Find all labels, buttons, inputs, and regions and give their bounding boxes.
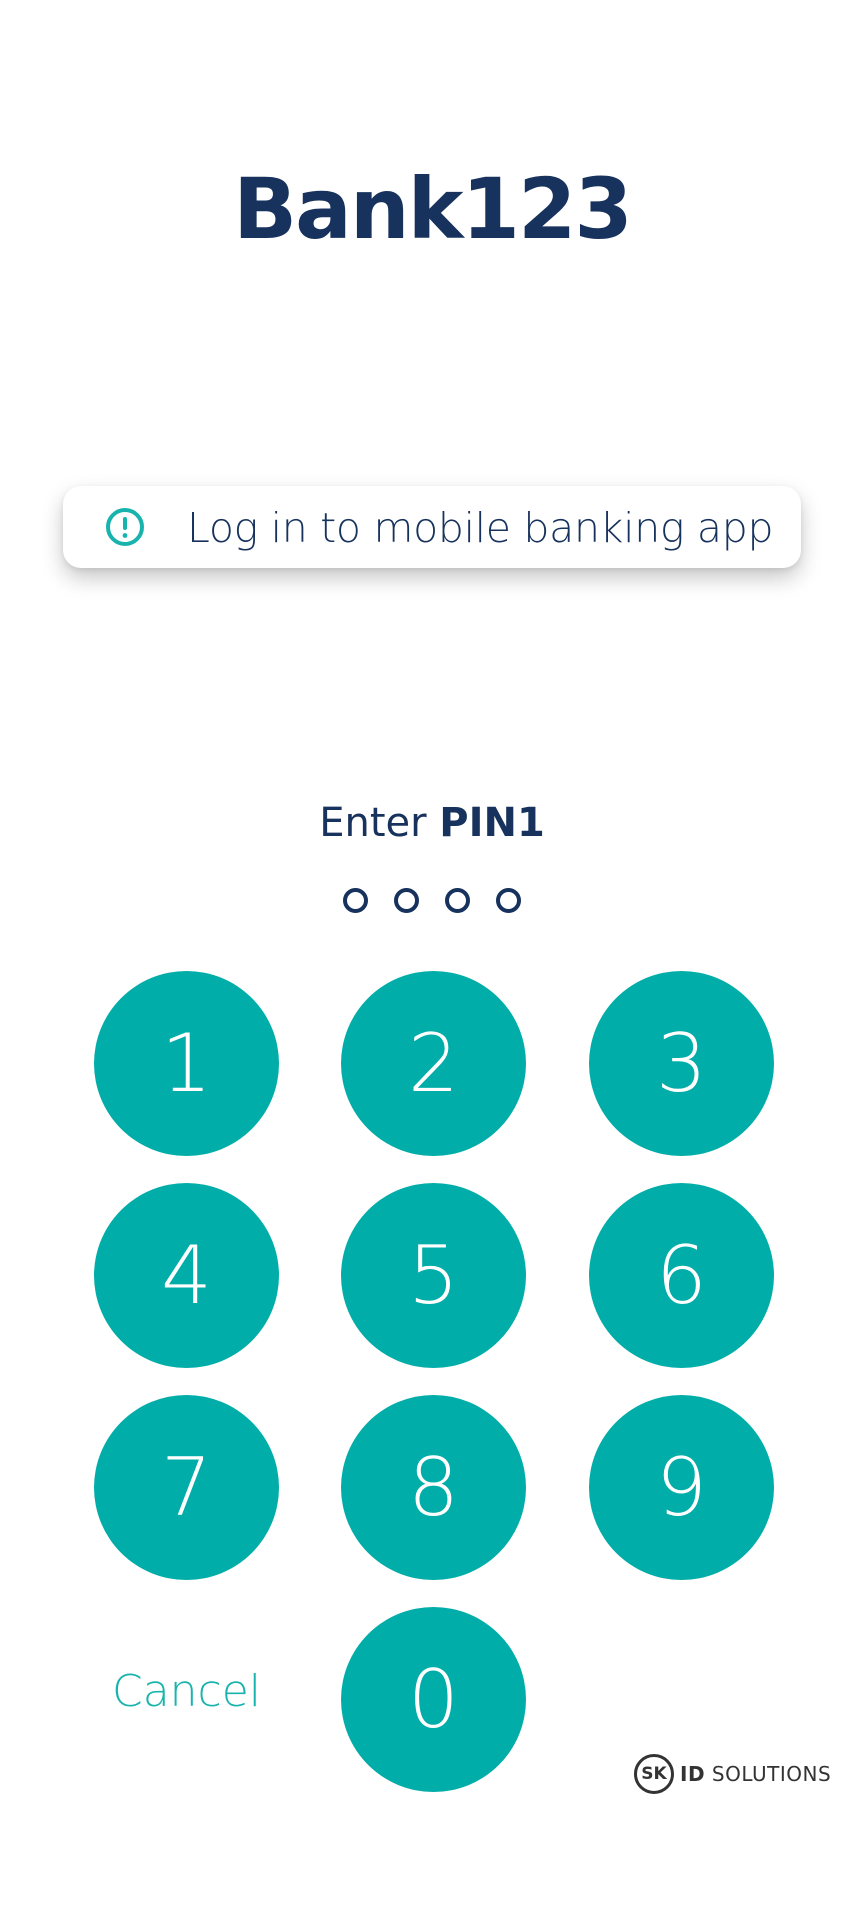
pin-dot [343, 888, 368, 913]
pin-dot [445, 888, 470, 913]
exclamation-circle-icon [106, 508, 144, 546]
keypad-key-4[interactable]: 4 [94, 1183, 279, 1368]
login-banner: Log in to mobile banking app [63, 486, 801, 568]
keypad-key-9[interactable]: 9 [589, 1395, 774, 1580]
keypad-key-6[interactable]: 6 [589, 1183, 774, 1368]
keypad-key-5[interactable]: 5 [341, 1183, 526, 1368]
sk-id-solutions-brand: SK ID SOLUTIONS [634, 1754, 831, 1794]
brand-name: ID SOLUTIONS [680, 1762, 831, 1786]
pin-prompt: Enter PIN1 [0, 800, 864, 846]
pin-entry-screen: Bank123 Log in to mobile banking app Ent… [0, 0, 864, 1920]
bank-title: Bank123 [233, 160, 633, 258]
keypad-key-2[interactable]: 2 [341, 971, 526, 1156]
sk-logo-icon: SK [634, 1754, 674, 1794]
cancel-button[interactable]: Cancel [94, 1666, 279, 1717]
keypad-key-8[interactable]: 8 [341, 1395, 526, 1580]
pin-dot [496, 888, 521, 913]
keypad-key-3[interactable]: 3 [589, 971, 774, 1156]
pin-name: PIN1 [439, 800, 545, 846]
keypad-key-0[interactable]: 0 [341, 1607, 526, 1792]
pin-dot [394, 888, 419, 913]
brand-id-text: ID [680, 1762, 706, 1786]
brand-solutions-text: SOLUTIONS [711, 1762, 832, 1786]
pin-indicator [0, 888, 864, 913]
banner-message: Log in to mobile banking app [187, 504, 774, 552]
keypad-key-7[interactable]: 7 [94, 1395, 279, 1580]
pin-prompt-prefix: Enter [319, 800, 440, 846]
keypad-key-1[interactable]: 1 [94, 971, 279, 1156]
